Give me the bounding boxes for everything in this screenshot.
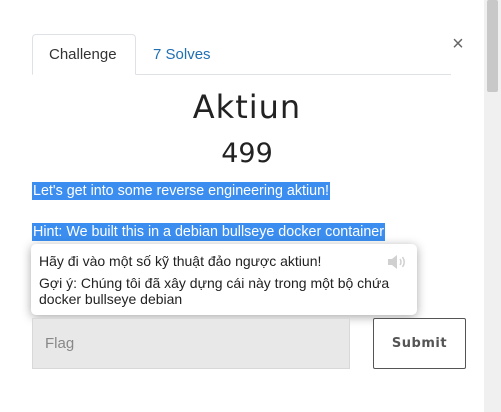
challenge-points: 499 <box>221 138 273 169</box>
translation-line-2: Gợi ý: Chúng tôi đã xây dựng cái này tro… <box>39 275 390 307</box>
close-icon[interactable]: × <box>450 34 466 54</box>
tab-challenge[interactable]: Challenge <box>32 34 136 75</box>
scrollbar[interactable] <box>484 0 501 412</box>
tab-solves[interactable]: 7 Solves <box>136 34 228 74</box>
submit-button[interactable]: Submit <box>373 318 466 369</box>
challenge-hint: Hint: We built this in a debian bullseye… <box>32 222 385 242</box>
translation-line-1: Hãy đi vào một số kỹ thuật đảo ngược akt… <box>39 253 322 269</box>
flag-input[interactable] <box>32 318 350 369</box>
challenge-description: Let's get into some reverse engineering … <box>32 181 330 201</box>
hint-text: Hint: We built this in a debian bullseye… <box>32 223 385 241</box>
translation-popup: Hãy đi vào một số kỹ thuật đảo ngược akt… <box>31 244 417 315</box>
challenge-modal: Challenge 7 Solves × Aktiun 499 Let's ge… <box>0 0 484 412</box>
description-text: Let's get into some reverse engineering … <box>32 182 330 200</box>
challenge-title: Aktiun <box>192 88 302 126</box>
speaker-icon[interactable] <box>386 253 408 271</box>
tab-bar: Challenge 7 Solves <box>32 34 451 75</box>
scrollbar-thumb[interactable] <box>487 0 498 92</box>
